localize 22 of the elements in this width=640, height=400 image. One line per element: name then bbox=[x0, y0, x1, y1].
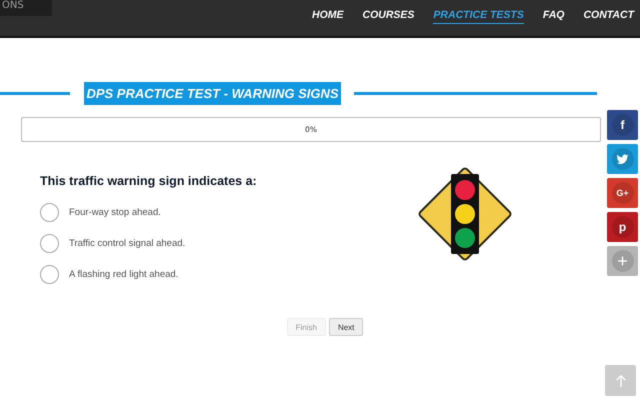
radio-button[interactable] bbox=[40, 203, 59, 222]
arrow-up-icon bbox=[614, 374, 628, 388]
nav-link[interactable]: COURSES bbox=[362, 9, 414, 24]
nav-link[interactable]: FAQ bbox=[542, 9, 564, 24]
answer-option[interactable]: A flashing red light ahead. bbox=[69, 269, 178, 280]
nav-link[interactable]: HOME bbox=[312, 9, 344, 24]
question-text: This traffic warning sign indicates a: bbox=[40, 174, 258, 188]
answer-option[interactable]: Four-way stop ahead. bbox=[69, 207, 161, 218]
side-tab[interactable]: ONS bbox=[0, 0, 52, 16]
googleplus-share-button[interactable]: G+ bbox=[607, 178, 638, 208]
bird-icon bbox=[616, 152, 629, 166]
quiz-title: DPS PRACTICE TEST - WARNING SIGNS bbox=[84, 82, 341, 104]
twitter-share-button[interactable] bbox=[607, 144, 638, 174]
nav-link[interactable]: PRACTICE TESTS bbox=[433, 9, 524, 24]
radio-button[interactable] bbox=[40, 265, 59, 284]
quiz-button[interactable]: Next bbox=[328, 318, 364, 336]
nav-link[interactable]: CONTACT bbox=[583, 9, 634, 24]
facebook-share-button[interactable]: f bbox=[607, 110, 638, 140]
radio-button[interactable] bbox=[40, 234, 59, 253]
answer-option[interactable]: Traffic control signal ahead. bbox=[69, 238, 186, 249]
scroll-top-button[interactable] bbox=[605, 365, 636, 396]
pinterest-share-button[interactable]: p bbox=[607, 212, 638, 242]
